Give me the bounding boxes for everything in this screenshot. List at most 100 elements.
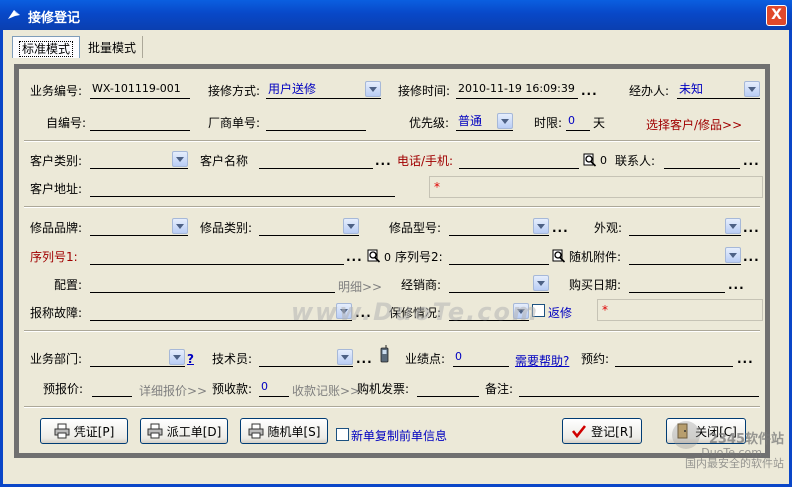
brand-select[interactable]	[90, 218, 188, 236]
phone-label: 电话/手机:	[397, 154, 454, 168]
phone-icon[interactable]	[380, 345, 390, 363]
config-field[interactable]	[90, 275, 335, 293]
priority-select[interactable]: 普通	[456, 113, 513, 131]
accessory-picker-button[interactable]: ...	[743, 250, 760, 264]
random-button[interactable]: 随机单[S]	[240, 418, 328, 444]
copy-prev-checkbox[interactable]	[336, 428, 349, 441]
address-field[interactable]	[90, 179, 395, 197]
prepay-record-link[interactable]: 收款记账>>	[292, 382, 360, 399]
tab-standard-mode[interactable]: 标准模式	[12, 36, 81, 58]
time-picker-button[interactable]: ...	[581, 84, 598, 98]
config-label: 配置:	[54, 278, 83, 292]
config-detail-link[interactable]: 明细>>	[338, 278, 382, 295]
contact-picker-button[interactable]: ...	[743, 154, 760, 168]
chevron-down-icon[interactable]	[725, 247, 741, 263]
contact-field[interactable]	[664, 151, 740, 169]
customer-name-field[interactable]	[259, 151, 373, 169]
tech-label: 技术员:	[212, 352, 253, 366]
printer-icon	[147, 423, 163, 439]
phone-field[interactable]	[459, 151, 579, 169]
customer-name-picker-button[interactable]: ...	[375, 154, 392, 168]
customer-type-select[interactable]	[90, 151, 188, 169]
customer-note-field[interactable]: *	[429, 176, 763, 198]
quote-field[interactable]	[92, 379, 132, 397]
window-title: 接修登记	[28, 11, 81, 26]
search-icon[interactable]	[367, 249, 381, 263]
customer-name-label: 客户名称	[200, 154, 249, 168]
method-select[interactable]: 用户送修	[266, 81, 381, 99]
model-select[interactable]	[449, 218, 549, 236]
chevron-down-icon[interactable]	[744, 81, 760, 97]
limit-label: 时限:	[534, 116, 563, 130]
appearance-select[interactable]	[629, 218, 741, 236]
invoice-field[interactable]	[417, 379, 479, 397]
search-icon[interactable]	[552, 249, 566, 263]
self-no-field[interactable]	[90, 113, 190, 131]
select-customer-link[interactable]: 选择客户/修品>>	[646, 116, 742, 133]
handler-value: 未知	[679, 82, 704, 96]
chevron-down-icon[interactable]	[172, 151, 188, 167]
search-icon[interactable]	[583, 153, 597, 167]
dept-select[interactable]	[90, 349, 185, 367]
purchase-date-field[interactable]	[629, 275, 725, 293]
chevron-down-icon[interactable]	[343, 218, 359, 234]
dispatch-button[interactable]: 派工单[D]	[140, 418, 228, 444]
title-bar: 接修登记 X	[0, 0, 792, 30]
limit-unit: 天	[593, 116, 606, 130]
chevron-down-icon[interactable]	[533, 218, 549, 234]
printer-icon	[248, 423, 263, 439]
required-mark: *	[434, 180, 440, 194]
remark-field[interactable]	[519, 379, 759, 397]
chevron-down-icon[interactable]	[172, 218, 188, 234]
serial1-field[interactable]	[90, 247, 344, 265]
chevron-down-icon[interactable]	[533, 275, 549, 291]
watermark-site-name: 2345软件站	[708, 432, 784, 447]
need-help-link[interactable]: 需要帮助?	[515, 352, 569, 369]
prepay-field[interactable]: 0	[259, 379, 289, 397]
chevron-down-icon[interactable]	[497, 113, 513, 129]
handler-select[interactable]: 未知	[677, 81, 760, 99]
tech-select[interactable]	[259, 349, 353, 367]
close-window-button[interactable]: X	[766, 5, 787, 26]
accessory-label: 随机附件:	[569, 250, 622, 264]
points-field[interactable]: 0	[453, 349, 509, 367]
method-label: 接修方式:	[208, 84, 261, 98]
warranty-note-field[interactable]: *	[597, 299, 763, 321]
voucher-button[interactable]: 凭证[P]	[40, 418, 128, 444]
appointment-picker-button[interactable]: ...	[737, 352, 754, 366]
invoice-label: 购机发票:	[357, 382, 410, 396]
business-no-field[interactable]: WX-101119-001	[90, 81, 190, 99]
limit-field[interactable]: 0	[566, 113, 590, 131]
app-icon	[8, 10, 20, 19]
chevron-down-icon[interactable]	[169, 349, 185, 365]
purchase-date-label: 购买日期:	[569, 278, 622, 292]
appointment-field[interactable]	[615, 349, 733, 367]
serial1-picker-button[interactable]: ...	[346, 250, 363, 264]
chevron-down-icon[interactable]	[725, 218, 741, 234]
model-picker-button[interactable]: ...	[552, 221, 569, 235]
quote-detail-link[interactable]: 详细报价>>	[139, 382, 207, 399]
form-panel: 业务编号: WX-101119-001 接修方式: 用户送修 接修时间: 201…	[14, 64, 770, 458]
chevron-down-icon[interactable]	[365, 81, 381, 97]
serial2-field[interactable]	[449, 247, 549, 265]
vendor-no-field[interactable]	[266, 113, 366, 131]
tab-batch-mode[interactable]: 批量模式	[82, 36, 144, 58]
method-value: 用户送修	[268, 82, 317, 96]
handler-label: 经办人:	[629, 84, 670, 98]
tech-picker-button[interactable]: ...	[356, 352, 373, 366]
contact-label: 联系人:	[615, 154, 656, 168]
remark-label: 备注:	[485, 382, 514, 396]
accessory-select[interactable]	[629, 247, 741, 265]
register-button[interactable]: 登记[R]	[562, 418, 642, 444]
category-select[interactable]	[259, 218, 359, 236]
watermark-text: www.DuoTe.com	[291, 298, 539, 326]
chevron-down-icon[interactable]	[337, 349, 353, 365]
appearance-picker-button[interactable]: ...	[743, 221, 760, 235]
help-icon[interactable]: ?	[187, 352, 194, 366]
dealer-select[interactable]	[449, 275, 549, 293]
checkmark-icon	[572, 425, 587, 439]
phone-match-count: 0	[600, 154, 607, 167]
time-field[interactable]: 2010-11-19 16:09:39	[456, 81, 578, 99]
purchase-date-picker-button[interactable]: ...	[728, 278, 745, 292]
priority-value: 普通	[458, 114, 483, 128]
